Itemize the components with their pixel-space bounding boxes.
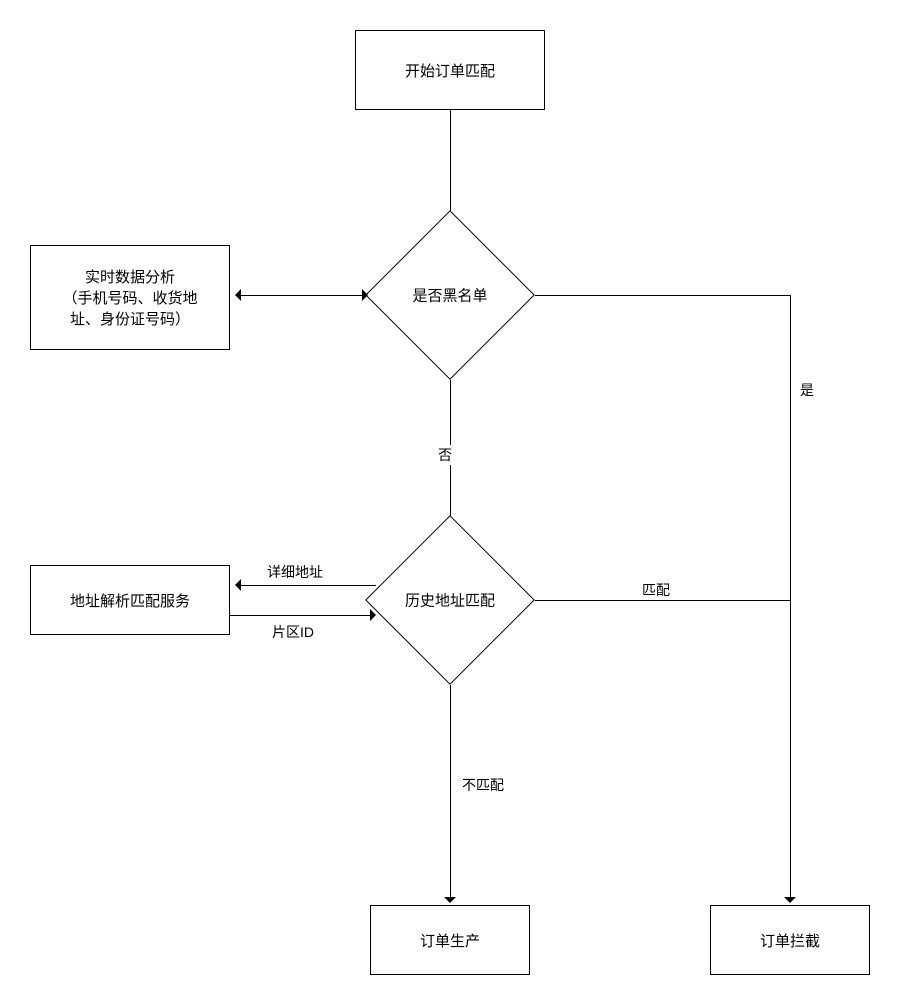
edge-blacklist-to-realtime-arrow-r [362, 289, 374, 301]
edge-history-to-service-label: 详细地址 [265, 562, 325, 582]
node-start: 开始订单匹配 [355, 30, 545, 110]
node-blacklist-check: 是否黑名单 [365, 210, 535, 380]
edge-blacklist-yes-h [535, 295, 790, 296]
edge-history-match-h [535, 600, 790, 601]
edge-blacklist-yes-v [790, 295, 791, 900]
edge-blacklist-yes-label: 是 [798, 380, 816, 400]
flowchart-canvas: 开始订单匹配 是否黑名单 实时数据分析 （手机号码、收货地 址、身份证号码） 是… [0, 0, 897, 1000]
node-history-match: 历史地址匹配 [365, 515, 535, 685]
node-produce-label: 订单生产 [420, 930, 480, 951]
edge-history-no-label: 不匹配 [460, 775, 506, 795]
node-intercept: 订单拦截 [710, 905, 870, 975]
edge-blacklist-to-realtime [238, 295, 365, 296]
node-history-match-label: 历史地址匹配 [380, 590, 520, 611]
node-blacklist-check-label: 是否黑名单 [380, 285, 520, 306]
edge-blacklist-to-realtime-arrow-l [229, 289, 241, 301]
edge-history-match-label: 匹配 [640, 580, 672, 600]
node-addr-service: 地址解析匹配服务 [30, 565, 230, 635]
node-realtime-analysis: 实时数据分析 （手机号码、收货地 址、身份证号码） [30, 245, 230, 350]
node-addr-service-label: 地址解析匹配服务 [70, 590, 190, 611]
node-produce: 订单生产 [370, 905, 530, 975]
edge-blacklist-no-label: 否 [436, 445, 454, 465]
node-intercept-label: 订单拦截 [760, 930, 820, 951]
edge-history-to-service-arrow [229, 579, 241, 591]
edge-history-no [450, 685, 451, 900]
node-start-label: 开始订单匹配 [405, 60, 495, 81]
node-realtime-analysis-label: 实时数据分析 （手机号码、收货地 址、身份证号码） [62, 266, 197, 329]
edge-history-to-service [238, 585, 376, 586]
edge-service-to-history-arrow [370, 609, 382, 621]
edge-service-to-history-label: 片区ID [270, 622, 316, 642]
edge-service-to-history [230, 615, 373, 616]
